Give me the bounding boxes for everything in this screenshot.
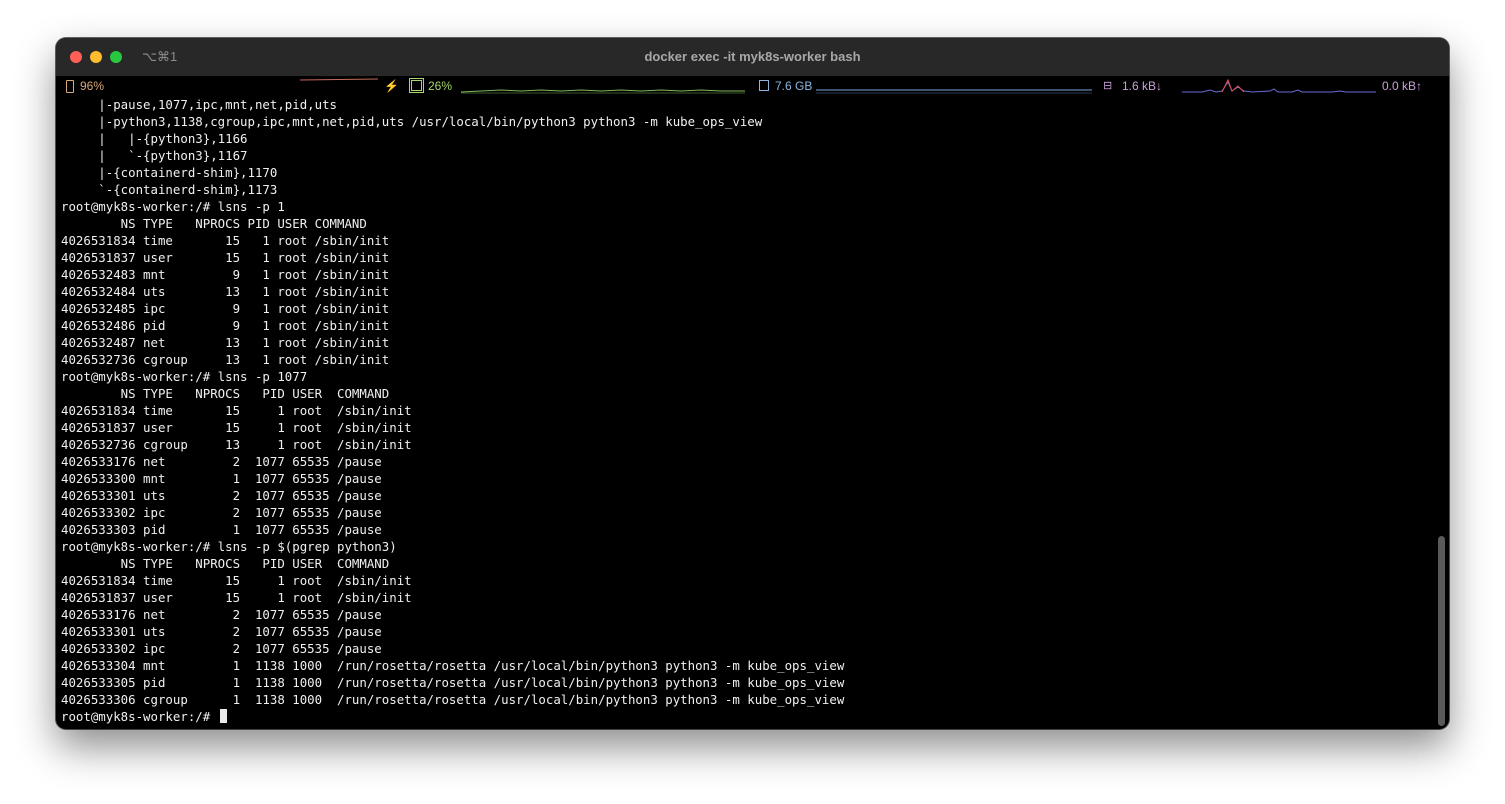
terminal-line: 4026531837 user 15 1 root /sbin/init <box>61 590 412 605</box>
terminal-output[interactable]: |-pause,1077,ipc,mnt,net,pid,uts |-pytho… <box>61 96 1431 729</box>
memory-graph <box>816 89 1092 94</box>
terminal-line: | |-{python3},1166 <box>61 131 248 146</box>
network-upload: 0.0 kB↑ <box>1382 79 1423 93</box>
terminal-line: root@myk8s-worker:/# lsns -p 1 <box>61 199 285 214</box>
terminal-line: 4026532485 ipc 9 1 root /sbin/init <box>61 301 390 316</box>
terminal-line: 4026531834 time 15 1 root /sbin/init <box>61 573 412 588</box>
memory-icon <box>759 80 769 91</box>
terminal-line: 4026533305 pid 1 1138 1000 /run/rosetta/… <box>61 675 845 690</box>
cpu-usage: 26% <box>428 79 453 93</box>
terminal-line: | `-{python3},1167 <box>61 148 248 163</box>
charging-icon: ⚡ <box>384 79 399 93</box>
terminal-line: 4026533303 pid 1 1077 65535 /pause <box>61 522 382 537</box>
cpu-icon <box>411 80 422 91</box>
terminal-line: NS TYPE NPROCS PID USER COMMAND <box>61 556 390 571</box>
battery-percent: 96% <box>80 79 105 93</box>
terminal-line: 4026533302 ipc 2 1077 65535 /pause <box>61 641 382 656</box>
terminal-line: 4026532736 cgroup 13 1 root /sbin/init <box>61 437 412 452</box>
terminal-line: 4026533301 uts 2 1077 65535 /pause <box>61 488 382 503</box>
network-icon: ⊟ <box>1103 80 1113 92</box>
terminal-line: |-pause,1077,ipc,mnt,net,pid,uts <box>61 97 338 112</box>
terminal-line: NS TYPE NPROCS PID USER COMMAND <box>61 216 367 231</box>
terminal-line: 4026533176 net 2 1077 65535 /pause <box>61 607 382 622</box>
terminal-line: 4026533301 uts 2 1077 65535 /pause <box>61 624 382 639</box>
status-bar: 96% ⚡ 26% 7.6 GB ⊟ 1.6 kB↓ 0.0 kB↑ <box>56 76 1449 96</box>
terminal-line: NS TYPE NPROCS PID USER COMMAND <box>61 386 390 401</box>
terminal-scrollbar[interactable] <box>1438 536 1445 726</box>
terminal-line: root@myk8s-worker:/# lsns -p $(pgrep pyt… <box>61 539 397 554</box>
terminal-prompt-line[interactable]: root@myk8s-worker:/# <box>61 708 1431 725</box>
terminal-line: 4026532484 uts 13 1 root /sbin/init <box>61 284 390 299</box>
window-title: docker exec -it myk8s-worker bash <box>644 49 861 64</box>
terminal-line: 4026533300 mnt 1 1077 65535 /pause <box>61 471 382 486</box>
terminal-window: ⌥⌘1 docker exec -it myk8s-worker bash 96… <box>56 38 1449 729</box>
terminal-line: 4026531837 user 15 1 root /sbin/init <box>61 420 412 435</box>
terminal-line: 4026531837 user 15 1 root /sbin/init <box>61 250 390 265</box>
terminal-line: 4026533176 net 2 1077 65535 /pause <box>61 454 382 469</box>
terminal-line: 4026532486 pid 9 1 root /sbin/init <box>61 318 390 333</box>
shell-prompt: root@myk8s-worker:/# <box>61 709 218 724</box>
cpu-graph <box>461 89 745 94</box>
terminal-line: 4026533306 cgroup 1 1138 1000 /run/roset… <box>61 692 845 707</box>
terminal-line: |-python3,1138,cgroup,ipc,mnt,net,pid,ut… <box>61 114 763 129</box>
battery-graph <box>300 78 378 81</box>
terminal-line: 4026533304 mnt 1 1138 1000 /run/rosetta/… <box>61 658 845 673</box>
terminal-line: 4026531834 time 15 1 root /sbin/init <box>61 403 412 418</box>
network-graph <box>1182 78 1376 93</box>
memory-usage: 7.6 GB <box>775 79 813 93</box>
battery-icon <box>66 80 74 93</box>
terminal-line: `-{containerd-shim},1173 <box>61 182 278 197</box>
terminal-line: 4026532483 mnt 9 1 root /sbin/init <box>61 267 390 282</box>
terminal-line: 4026532736 cgroup 13 1 root /sbin/init <box>61 352 390 367</box>
terminal-line: root@myk8s-worker:/# lsns -p 1077 <box>61 369 308 384</box>
terminal-line: |-{containerd-shim},1170 <box>61 165 278 180</box>
terminal-line: 4026532487 net 13 1 root /sbin/init <box>61 335 390 350</box>
terminal-line: 4026531834 time 15 1 root /sbin/init <box>61 233 390 248</box>
terminal-line: 4026533302 ipc 2 1077 65535 /pause <box>61 505 382 520</box>
title-bar: ⌥⌘1 docker exec -it myk8s-worker bash <box>56 38 1449 76</box>
text-cursor <box>219 709 227 723</box>
network-download: 1.6 kB↓ <box>1122 79 1163 93</box>
